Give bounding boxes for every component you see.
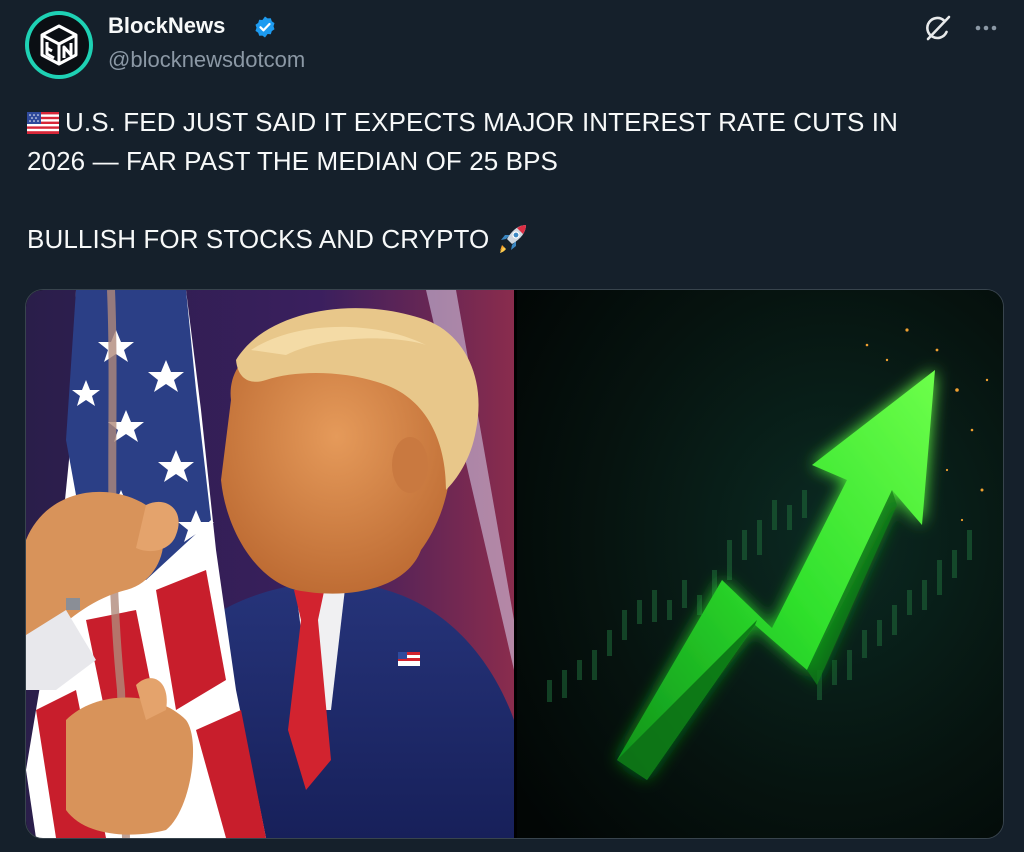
tweet-line-1-text: U.S. FED JUST SAID IT EXPECTS MAJOR INTE…	[65, 107, 899, 137]
more-options-icon[interactable]	[970, 16, 1002, 40]
tweet-text: U.S. FED JUST SAID IT EXPECTS MAJOR INTE…	[27, 103, 987, 259]
grok-icon[interactable]	[922, 12, 954, 44]
tweet-line-2: 2026 — FAR PAST THE MEDIAN OF 25 BPS	[27, 146, 559, 176]
author-display-name[interactable]: BlockNews	[108, 13, 225, 39]
tweet-line-3: BULLISH FOR STOCKS AND CRYPTO	[27, 220, 987, 259]
author-avatar[interactable]	[25, 11, 93, 79]
avatar-logo-icon	[29, 15, 89, 75]
rocket-icon	[495, 220, 531, 256]
media-image-left[interactable]	[26, 290, 514, 838]
author-handle[interactable]: @blocknewsdotcom	[108, 47, 305, 73]
media-image-right[interactable]	[517, 290, 1003, 838]
tweet-line-3-text: BULLISH FOR STOCKS AND CRYPTO	[27, 224, 490, 254]
tweet-media-grid	[25, 289, 1004, 839]
tweet-card[interactable]: BlockNews @blocknewsdotcom U.S. FED JUST…	[0, 0, 1024, 852]
us-flag-icon	[27, 112, 59, 134]
tweet-line-1: U.S. FED JUST SAID IT EXPECTS MAJOR INTE…	[27, 103, 987, 142]
verified-badge-icon	[253, 15, 277, 39]
